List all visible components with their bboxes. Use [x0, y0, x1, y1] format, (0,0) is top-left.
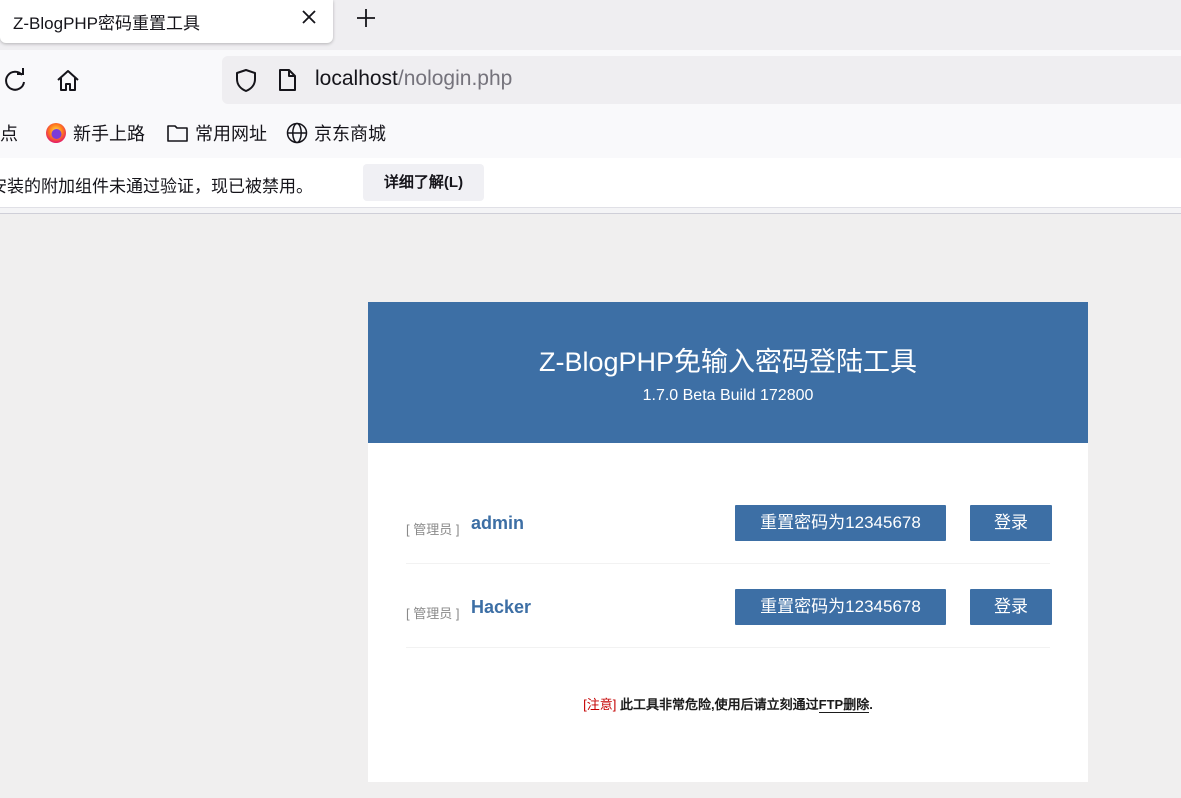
warning-end: . [869, 697, 873, 712]
bookmark-folder-common-sites[interactable]: 常用网址 [166, 121, 267, 145]
bookmark-label: 常用网址 [195, 124, 267, 144]
bookmark-jd-mall[interactable]: 京东商城 [286, 121, 386, 145]
user-name: Hacker [471, 597, 532, 617]
address-bar[interactable]: localhost/nologin.php [222, 56, 1181, 104]
home-icon[interactable] [53, 66, 83, 96]
url-host: localhost [315, 67, 398, 90]
card-header: Z-BlogPHP免输入密码登陆工具 1.7.0 Beta Build 1728… [368, 302, 1088, 443]
tab-title: Z-BlogPHP密码重置工具 [13, 14, 201, 33]
user-row: [ 管理员 ] Hacker 重置密码为12345678 登录 [406, 564, 1052, 648]
reset-password-button[interactable]: 重置密码为12345678 [735, 589, 946, 625]
addon-notification-bar: 安装的附加组件未通过验证，现已被禁用。 详细了解(L) [0, 158, 1181, 208]
warning-tag: [注意] [583, 697, 617, 712]
tab-strip: Z-BlogPHP密码重置工具 [0, 0, 1181, 50]
bookmark-getting-started[interactable]: 新手上路 [45, 121, 145, 145]
bookmark-label: 站点 [0, 124, 18, 144]
url-text[interactable]: localhost/nologin.php [315, 67, 512, 91]
reset-password-button[interactable]: 重置密码为12345678 [735, 505, 946, 541]
new-tab-plus-icon[interactable] [354, 6, 378, 30]
warning-text: 此工具非常危险,使用后请立刻通过 [616, 697, 819, 712]
reload-icon[interactable] [0, 66, 30, 96]
tracking-protection-shield-icon[interactable] [235, 68, 257, 92]
page-info-icon[interactable] [277, 68, 297, 92]
navigation-toolbar: localhost/nologin.php [0, 50, 1181, 110]
learn-more-button[interactable]: 详细了解(L) [363, 164, 484, 201]
bookmark-label: 京东商城 [314, 124, 386, 144]
bookmarks-toolbar: 站点 新手上路 常用网址 京东商城 [0, 110, 1181, 158]
user-role: [ 管理员 ] [406, 606, 460, 621]
warning-message: [注意] 此工具非常危险,使用后请立刻通过FTP删除. [368, 694, 1088, 713]
page-title: Z-BlogPHP免输入密码登陆工具 [538, 347, 918, 377]
close-icon[interactable] [300, 8, 318, 26]
login-tool-card: Z-BlogPHP免输入密码登陆工具 1.7.0 Beta Build 1728… [368, 302, 1088, 782]
user-row: [ 管理员 ] admin 重置密码为12345678 登录 [406, 480, 1052, 564]
user-role: [ 管理员 ] [406, 522, 460, 537]
bookmark-label: 新手上路 [73, 124, 145, 144]
globe-icon [286, 122, 308, 144]
user-name: admin [471, 513, 525, 533]
login-button[interactable]: 登录 [970, 589, 1052, 625]
version-text: 1.7.0 Beta Build 172800 [642, 387, 814, 404]
folder-icon [167, 125, 188, 142]
url-path: /nologin.php [397, 67, 513, 90]
firefox-icon [46, 123, 66, 143]
browser-tab-active[interactable]: Z-BlogPHP密码重置工具 [0, 0, 333, 43]
login-button[interactable]: 登录 [970, 505, 1052, 541]
bookmark-sites[interactable]: 站点 [0, 121, 18, 145]
ftp-delete-link[interactable]: FTP删除 [818, 697, 870, 713]
notification-text: 安装的附加组件未通过验证，现已被禁用。 [0, 177, 313, 196]
chrome-divider [0, 208, 1181, 214]
